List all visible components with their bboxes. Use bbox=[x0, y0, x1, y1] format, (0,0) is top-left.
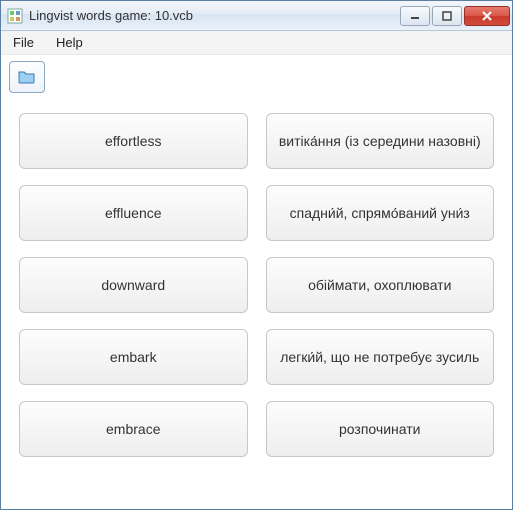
word-card-right[interactable]: спадни́й, спрямо́ваний уни́з bbox=[266, 185, 495, 241]
word-card-left[interactable]: embark bbox=[19, 329, 248, 385]
words-grid: effortless витіка́ння (із середини назов… bbox=[19, 113, 494, 457]
word-label: effortless bbox=[30, 133, 237, 149]
word-card-left[interactable]: effluence bbox=[19, 185, 248, 241]
word-card-right[interactable]: легки́й, що не потребує зусиль bbox=[266, 329, 495, 385]
word-label: витіка́ння (із середини назовні) bbox=[277, 133, 484, 149]
menu-help[interactable]: Help bbox=[52, 33, 87, 52]
window-controls bbox=[400, 6, 510, 26]
minimize-icon bbox=[410, 11, 420, 21]
word-card-right[interactable]: обіймати, охоплювати bbox=[266, 257, 495, 313]
menu-bar: File Help bbox=[1, 31, 512, 55]
word-label: обіймати, охоплювати bbox=[277, 277, 484, 293]
app-window: Lingvist words game: 10.vcb File Help bbox=[0, 0, 513, 510]
open-file-button[interactable] bbox=[9, 61, 45, 93]
minimize-button[interactable] bbox=[400, 6, 430, 26]
word-label: легки́й, що не потребує зусиль bbox=[277, 349, 484, 365]
word-label: downward bbox=[30, 277, 237, 293]
word-label: розпочинати bbox=[277, 421, 484, 437]
titlebar: Lingvist words game: 10.vcb bbox=[1, 1, 512, 31]
word-label: effluence bbox=[30, 205, 237, 221]
open-folder-icon bbox=[17, 68, 37, 86]
content-area: effortless витіка́ння (із середини назов… bbox=[1, 99, 512, 509]
maximize-button[interactable] bbox=[432, 6, 462, 26]
app-icon bbox=[7, 8, 23, 24]
word-card-left[interactable]: embrace bbox=[19, 401, 248, 457]
word-card-left[interactable]: effortless bbox=[19, 113, 248, 169]
word-label: спадни́й, спрямо́ваний уни́з bbox=[277, 205, 484, 221]
word-card-left[interactable]: downward bbox=[19, 257, 248, 313]
word-card-right[interactable]: витіка́ння (із середини назовні) bbox=[266, 113, 495, 169]
window-title: Lingvist words game: 10.vcb bbox=[29, 8, 400, 23]
close-button[interactable] bbox=[464, 6, 510, 26]
toolbar bbox=[1, 55, 512, 99]
word-card-right[interactable]: розпочинати bbox=[266, 401, 495, 457]
maximize-icon bbox=[442, 11, 452, 21]
word-label: embark bbox=[30, 349, 237, 365]
word-label: embrace bbox=[30, 421, 237, 437]
close-icon bbox=[481, 11, 493, 21]
menu-file[interactable]: File bbox=[9, 33, 38, 52]
